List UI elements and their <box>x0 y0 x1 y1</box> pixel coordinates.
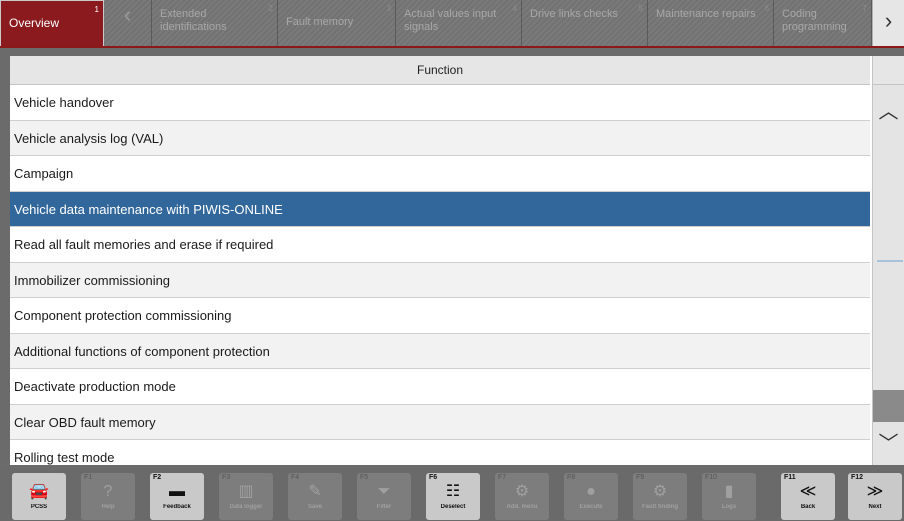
tab-number: 7 <box>862 4 867 13</box>
scroll-up-button[interactable]: ︿ <box>873 95 904 131</box>
table-row[interactable]: Campaign <box>10 156 870 192</box>
pcss-button[interactable]: 🚘 PCSS <box>12 473 66 520</box>
faultfind-icon: ⚙ <box>652 483 668 500</box>
tab-number: 6 <box>764 4 769 13</box>
tab-label: Actual values input signals <box>404 8 497 33</box>
logs-button[interactable]: F10 ▮ Logs <box>702 473 756 520</box>
tab-fault-memory: Fault memory 3 <box>278 0 396 46</box>
scroll-thumb[interactable] <box>873 390 904 422</box>
execute-button[interactable]: F8 ● Execute <box>564 473 618 520</box>
feedback-button[interactable]: F2 ▬ Feedback <box>150 473 204 520</box>
fkey-number: F2 <box>153 474 162 481</box>
table-row[interactable]: Additional functions of component protec… <box>10 333 870 369</box>
fkey-number: F5 <box>360 474 369 481</box>
tools-icon: ⚙ <box>514 483 530 500</box>
fkey-number: F6 <box>429 474 438 481</box>
tab-coding-programming: Coding programming 7 <box>774 0 872 46</box>
tab-extended-identifications: Extended identifications 2 <box>152 0 278 46</box>
fkey-label: Feedback <box>163 504 191 510</box>
help-button[interactable]: F1 ? Help <box>81 473 135 520</box>
scroll-down-button[interactable]: ﹀ <box>873 427 904 463</box>
tab-drive-links-checks: Drive links checks 5 <box>522 0 648 46</box>
fkey-label: Execute <box>579 504 603 510</box>
table-row-selected[interactable]: Vehicle data maintenance with PIWIS-ONLI… <box>10 191 870 227</box>
table-row[interactable]: Vehicle handover <box>10 85 870 121</box>
feedback-icon: ▬ <box>169 483 185 500</box>
fkey-label: Save <box>307 504 322 510</box>
fkey-number: F7 <box>498 474 507 481</box>
table-row[interactable]: Component protection commissioning <box>10 298 870 334</box>
fkey-label: Add. menu <box>506 504 538 510</box>
table-row[interactable]: Read all fault memories and erase if req… <box>10 227 870 263</box>
fkey-number: F12 <box>851 474 864 481</box>
data-logger-button[interactable]: F3 ▥ Data logger <box>219 473 273 520</box>
fkey-number: F8 <box>567 474 576 481</box>
execute-icon: ● <box>586 483 596 500</box>
chevron-right-icon: › <box>884 8 893 33</box>
top-tab-bar: Overview 1 ‹ Extended identifications 2 … <box>0 0 904 48</box>
column-header-function: Function <box>10 56 870 85</box>
tab-number: 4 <box>512 4 517 13</box>
deselect-button[interactable]: F6 ☷ Deselect <box>426 473 480 520</box>
header-corner <box>872 56 904 85</box>
tab-maintenance-repairs: Maintenance repairs 6 <box>648 0 774 46</box>
filter-icon: ⏷ <box>377 483 391 500</box>
tab-label: Extended identifications <box>160 8 227 33</box>
next-icon: ≫ <box>866 483 884 500</box>
fkey-number: F9 <box>636 474 645 481</box>
edit-icon: ✎ <box>308 483 322 500</box>
scroll-track-marker <box>877 260 903 262</box>
logs-icon: ▮ <box>724 483 734 500</box>
filter-button[interactable]: F5 ⏷ Filter <box>357 473 411 520</box>
tabs-next-button[interactable]: › <box>872 0 904 46</box>
tab-label: Fault memory <box>286 16 354 28</box>
table-row[interactable]: Clear OBD fault memory <box>10 404 870 440</box>
deselect-icon: ☷ <box>445 483 461 500</box>
tab-number: 2 <box>268 4 273 13</box>
help-icon: ? <box>103 483 113 500</box>
table-row[interactable]: Deactivate production mode <box>10 369 870 405</box>
save-button[interactable]: F4 ✎ Save <box>288 473 342 520</box>
fkey-number: F11 <box>784 474 796 481</box>
tab-actual-values: Actual values input signals 4 <box>396 0 522 46</box>
vertical-scrollbar[interactable]: ︿ ﹀ <box>872 85 904 465</box>
back-icon: ≪ <box>799 483 817 500</box>
tab-number: 3 <box>386 4 391 13</box>
fkey-number: F10 <box>705 474 718 481</box>
fkey-label: Data logger <box>229 504 263 510</box>
function-key-bar: 🚘 PCSS F1 ? Help F2 ▬ Feedback F3 ▥ Data… <box>0 470 904 521</box>
fkey-number: F4 <box>291 474 300 481</box>
back-button[interactable]: F11 ≪ Back <box>781 473 835 520</box>
fkey-number: F3 <box>222 474 231 481</box>
tab-number: 5 <box>638 4 643 13</box>
tab-label: Coding programming <box>782 8 847 33</box>
tab-number: 1 <box>94 5 99 14</box>
tab-label: Drive links checks <box>530 8 619 20</box>
tab-label: Overview <box>9 16 60 30</box>
table-row[interactable]: Immobilizer commissioning <box>10 262 870 298</box>
fault-finding-button[interactable]: F9 ⚙ Fault finding <box>633 473 687 520</box>
add-menu-button[interactable]: F7 ⚙ Add. menu <box>495 473 549 520</box>
fkey-label: Help <box>101 504 115 510</box>
next-button[interactable]: F12 ≫ Next <box>848 473 902 520</box>
chevron-left-icon: ‹ <box>123 2 132 27</box>
function-table: Function Vehicle handover Vehicle analys… <box>10 56 904 476</box>
chevron-down-icon: ﹀ <box>878 433 899 455</box>
fkey-label: Next <box>868 504 882 510</box>
chart-icon: ▥ <box>238 483 254 500</box>
function-list: Vehicle handover Vehicle analysis log (V… <box>10 85 870 476</box>
tab-prev-arrow: ‹ <box>104 0 152 46</box>
tab-label: Maintenance repairs <box>656 8 756 20</box>
table-row[interactable]: Vehicle analysis log (VAL) <box>10 120 870 156</box>
fkey-number: F1 <box>84 474 93 481</box>
tab-overview[interactable]: Overview 1 <box>0 0 104 46</box>
fkey-label: Fault finding <box>642 504 678 510</box>
fkey-label: PCSS <box>30 504 48 510</box>
car-icon: 🚘 <box>29 483 49 500</box>
fkey-label: Logs <box>721 504 737 510</box>
fkey-label: Filter <box>376 504 392 510</box>
fkey-label: Back <box>800 504 816 510</box>
chevron-up-icon: ︿ <box>878 101 899 123</box>
fkey-label: Deselect <box>440 504 466 510</box>
